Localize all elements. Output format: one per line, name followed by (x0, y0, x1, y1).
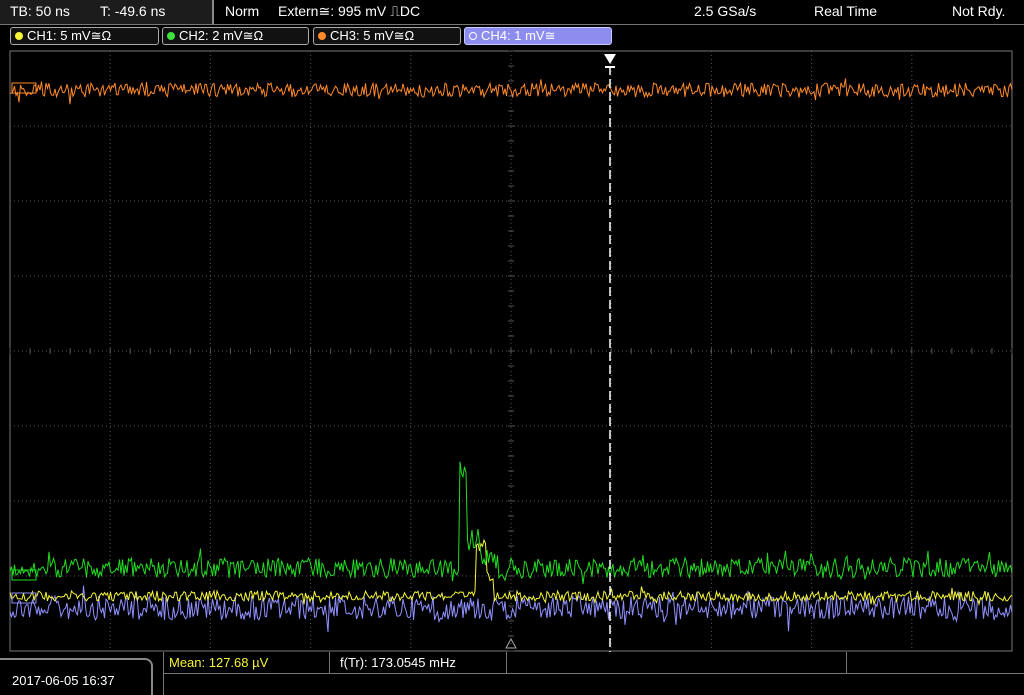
mean-measurement: Mean: 127.68 µV (169, 655, 269, 670)
sample-rate-label: 2.5 GSa/s (694, 3, 757, 19)
timebase-box[interactable]: TB: 50 ns T: -49.6 ns (0, 0, 214, 24)
trigger-source-label[interactable]: Extern≅: 995 mV ⎍DC (278, 3, 420, 20)
acquisition-state-label: Not Rdy. (952, 3, 1006, 19)
channel-bar: CH1: 5 mV≅Ω CH2: 2 mV≅Ω CH3: 5 mV≅Ω CH4:… (0, 25, 1024, 47)
measurement-cell-empty-1 (507, 652, 847, 673)
measurement-cell-freq: f(Tr): 173.0545 mHz (330, 652, 507, 673)
measurement-panel[interactable]: Mean: 127.68 µV f(Tr): 173.0545 mHz (163, 652, 1024, 695)
trigger-offset-label: T: -49.6 ns (100, 3, 166, 19)
acquisition-mode-label: Real Time (814, 3, 878, 19)
trigger-mode-label[interactable]: Norm (225, 3, 259, 19)
channel-2-button[interactable]: CH2: 2 mV≅Ω (162, 27, 309, 45)
date-time-box: 2017-06-05 16:37 (0, 658, 153, 695)
measurement-cell-mean: Mean: 127.68 µV (164, 652, 330, 673)
channel-4-color-icon (469, 32, 477, 40)
channel-1-label: CH1: 5 mV≅Ω (27, 28, 112, 43)
channel-2-color-icon (167, 32, 175, 40)
status-bar: TB: 50 ns T: -49.6 ns Norm Extern≅: 995 … (0, 0, 1024, 25)
channel-4-button[interactable]: CH4: 1 mV≅ (464, 27, 612, 45)
waveform-display[interactable] (0, 48, 1024, 652)
channel-1-button[interactable]: CH1: 5 mV≅Ω (10, 27, 159, 45)
measurement-bar: 2017-06-05 16:37 Mean: 127.68 µV f(Tr): … (0, 652, 1024, 695)
channel-3-color-icon (318, 32, 326, 40)
channel-1-color-icon (15, 32, 23, 40)
channel-3-button[interactable]: CH3: 5 mV≅Ω (313, 27, 461, 45)
channel-3-label: CH3: 5 mV≅Ω (330, 28, 415, 43)
measurement-row-2 (164, 673, 1024, 695)
timebase-label: TB: 50 ns (10, 3, 70, 19)
trigger-frequency-measurement: f(Tr): 173.0545 mHz (340, 655, 456, 670)
date-time-label: 2017-06-05 16:37 (12, 673, 115, 688)
channel-4-label: CH4: 1 mV≅ (481, 28, 556, 43)
channel-2-label: CH2: 2 mV≅Ω (179, 28, 264, 43)
